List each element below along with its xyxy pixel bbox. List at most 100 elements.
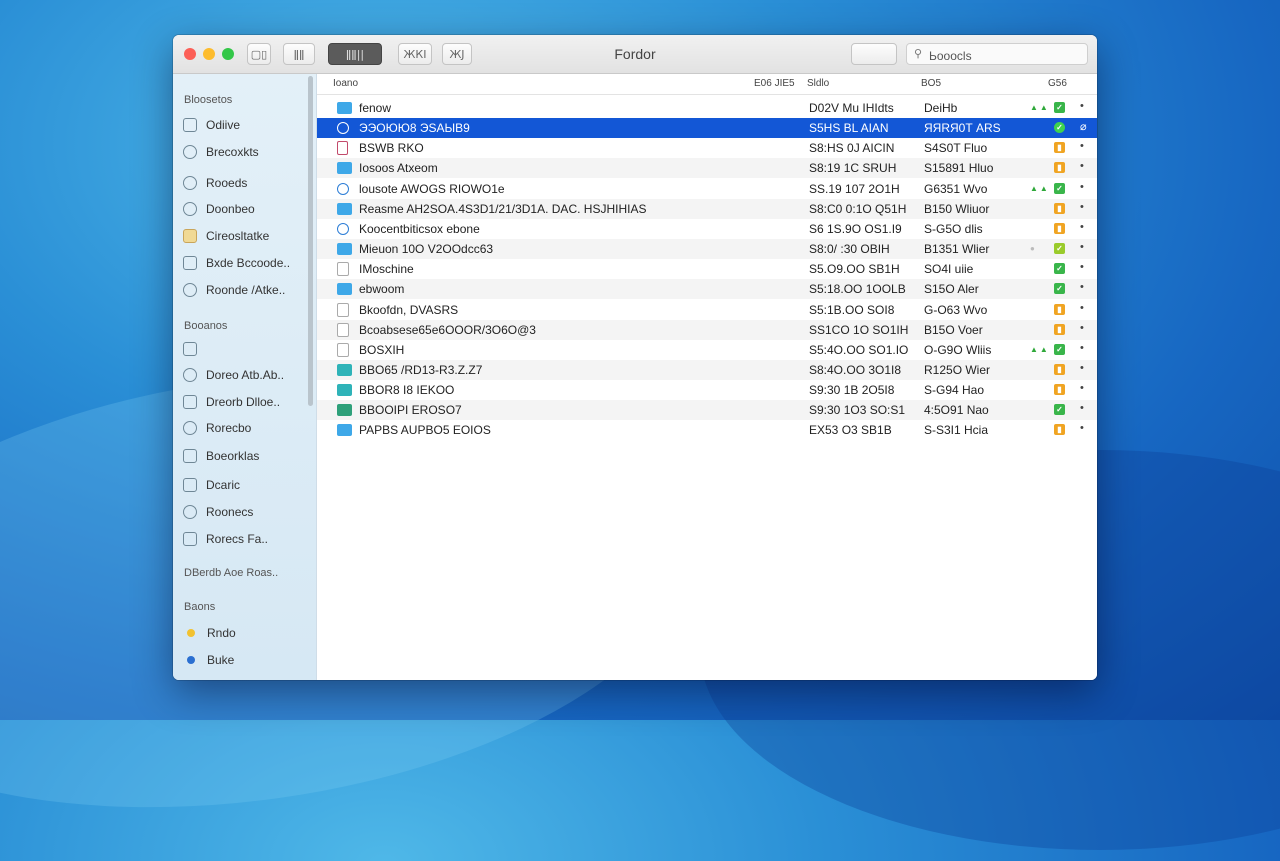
row-action-icon[interactable]: • [1080, 221, 1084, 233]
file-date: S5:4O.OO SO1.IO [809, 342, 909, 357]
sidebar-item[interactable]: Dcaric [183, 475, 301, 495]
row-action-icon[interactable]: • [1080, 181, 1084, 193]
icon-view-button[interactable]: ǁǁ [283, 43, 315, 65]
file-date: S5.O9.OO SB1H [809, 262, 900, 277]
file-row[interactable]: BSWB RKO S8:HS 0J AICIN S4S0T Fluo ▮ • [317, 138, 1097, 158]
sidebar-item[interactable]: Boeorklas [183, 446, 301, 466]
sidebar-heading: Baons [184, 601, 216, 613]
file-row[interactable]: BBO65 /RD13-R3.Z.Z7 S8:4O.OO 3O1I8 R125O W… [317, 359, 1097, 380]
sidebar-item[interactable]: Rooeds [183, 173, 301, 193]
zoom-button[interactable] [222, 48, 234, 60]
sidebar-item[interactable]: Bxde Bccoode.. [183, 253, 301, 273]
row-action-icon[interactable]: • [1080, 362, 1084, 374]
sidebar-item[interactable]: Odiive [183, 115, 301, 135]
file-row[interactable]: Mieuon 10O V2OOdcc63 S8:0/ :30 OBIH B1351 … [317, 239, 1097, 260]
file-row[interactable]: IMoschine S5.O9.OO SB1H SO4I uiie ✓ • [317, 259, 1097, 279]
sidebar-item[interactable]: Cireosltatke [183, 226, 301, 246]
row-action-icon[interactable]: • [1080, 302, 1084, 314]
sidebar-item[interactable]: Rorecs Fa.. [183, 529, 301, 549]
file-row[interactable]: Iosoos Atxeom S8:19 1C SRUH S15891 Hluo ▮ • [317, 158, 1097, 179]
file-size: S15891 Hluo [924, 161, 994, 176]
finder-window: ▢▯ ǁǁ ǁǁ|| ЖКI ЖJ Fordor ⚲ Bloosetos Odi… [173, 35, 1097, 680]
folder-icon [337, 102, 352, 114]
file-date: S9:30 1O3 SO:S1 [809, 403, 906, 418]
file-date: EX53 O3 SB1B [809, 423, 892, 438]
row-action-icon[interactable]: • [1080, 160, 1084, 172]
orange-status-badge-icon: ▮ [1054, 323, 1065, 335]
file-row[interactable]: BBOR8 I8 IEKOO S9:30 1B 2O5I8 S-G94 Hao ▮ • [317, 380, 1097, 400]
sidebar-scrollbar[interactable] [308, 76, 313, 406]
document-icon [183, 256, 197, 270]
sidebar-item[interactable]: Roonecs [183, 502, 301, 522]
file-row[interactable]: ЭЭОЮЮ8 ЭSAЫB9 S5HS BL AIAN ЯЯRЯ0Т ARS ✓ ⌀ [317, 118, 1097, 139]
row-action-icon[interactable]: • [1080, 100, 1084, 112]
row-action-icon[interactable]: • [1080, 422, 1084, 434]
file-date: S5HS BL AIAN [809, 121, 889, 136]
file-name: BBOOIPI EROSO7 [359, 403, 462, 418]
sidebar-item[interactable]: Doonbeo [183, 199, 301, 219]
file-row[interactable]: ebwoom S5:18.OO 1OOLB S15O Aler ✓ • [317, 279, 1097, 300]
user-icon [183, 505, 197, 519]
sidebar-tag-item[interactable]: Buke [183, 650, 301, 670]
file-name: ЭЭОЮЮ8 ЭSAЫB9 [359, 121, 470, 136]
row-action-icon[interactable]: ⌀ [1080, 120, 1087, 133]
row-action-icon[interactable]: • [1080, 261, 1084, 273]
column-extra[interactable]: E06 JIE5 [754, 78, 795, 89]
minimize-button[interactable] [203, 48, 215, 60]
folder-icon [337, 384, 352, 397]
user-icon [183, 176, 197, 190]
file-date: S5:1B.OO SOI8 [809, 302, 895, 317]
sidebar-tag-item[interactable]: Rndo [183, 623, 301, 643]
file-row[interactable]: lousote AWOGS RIOWO1e SS.19 107 2O1H G6351… [317, 179, 1097, 199]
sidebar-item[interactable]: Brecoxkts [183, 142, 301, 162]
file-size: DeiHb [924, 101, 958, 115]
disk-icon [183, 342, 197, 356]
green-status-badge-icon: ✓ [1054, 283, 1065, 295]
search-icon: ⚲ [914, 48, 923, 60]
file-row[interactable]: BOSXIH S5:4O.OO SO1.IO O-G9O Wliis ▲▲ ✓ • [317, 340, 1097, 360]
column-view-button[interactable]: ЖКI [398, 43, 432, 65]
sidebar-item[interactable] [183, 339, 301, 359]
orange-status-badge-icon: ▮ [1054, 384, 1065, 396]
column-size[interactable]: BO5 [921, 78, 941, 89]
sidebar-item[interactable]: Dreorb Dlloe.. [183, 392, 301, 412]
back-button[interactable]: ▢▯ [247, 43, 271, 65]
file-size: S-G94 Hao [924, 383, 985, 398]
ygreen-status-badge-icon: ✓ [1054, 243, 1065, 255]
drive-icon [183, 449, 197, 463]
row-action-icon[interactable]: • [1080, 342, 1084, 354]
action-button[interactable] [851, 43, 897, 65]
column-kind[interactable]: G56 [1048, 78, 1067, 89]
sync-status-icon: ● [1030, 244, 1037, 254]
row-action-icon[interactable]: • [1080, 201, 1084, 213]
file-size: O-G9O Wliis [924, 342, 992, 357]
close-button[interactable] [184, 48, 196, 60]
file-row[interactable]: Koocentbiticsox ebone S6 1S.9O OS1.I9 S-G5… [317, 219, 1097, 239]
row-action-icon[interactable]: • [1080, 402, 1084, 414]
list-view-button[interactable]: ǁǁ|| [328, 43, 382, 65]
column-date[interactable]: Sldlo [807, 78, 829, 89]
file-size: S-S3I1 Hcia [924, 423, 989, 438]
row-action-icon[interactable]: • [1080, 241, 1084, 253]
green-status-badge-icon: ✓ [1054, 182, 1065, 194]
row-action-icon[interactable]: • [1080, 382, 1084, 394]
row-action-icon[interactable]: • [1080, 322, 1084, 334]
sidebar-item[interactable]: Doreo Atb.Ab.. [183, 365, 301, 385]
file-row[interactable]: BBOOIPI EROSO7 S9:30 1O3 SO:S1 4:5O91 Nao ✓… [317, 400, 1097, 421]
row-action-icon[interactable]: • [1080, 281, 1084, 293]
sidebar-heading: Booanos [184, 320, 228, 332]
file-size: G6351 Wvo [924, 181, 988, 196]
gallery-view-button[interactable]: ЖJ [442, 43, 472, 65]
sidebar-heading[interactable]: DBerdb Aoe Roas.. [184, 567, 278, 579]
file-row[interactable]: Bcoabsese65e6OOOR/3O6O@3 SS1CO 1O SO1IH B1… [317, 319, 1097, 340]
search-input[interactable] [906, 43, 1088, 65]
sidebar-item[interactable]: Rorecbo [183, 418, 301, 438]
file-row[interactable]: fenow D02V Mu IHIdts DeiHb ▲▲ ✓ • [317, 98, 1097, 118]
file-date: D02V Mu IHIdts [809, 101, 894, 115]
sidebar-item[interactable]: Roonde /Atke.. [183, 280, 301, 300]
file-row[interactable]: Reasme AH2SOA.4S3D1/21/3D1A. DAC. HSJHIH… [317, 198, 1097, 219]
file-row[interactable]: PAPBS AUPBO5 EOIOS EX53 O3 SB1B S-S3I1 Hci… [317, 420, 1097, 440]
file-row[interactable]: Bkoofdn, DVASRS S5:1B.OO SOI8 G-O63 Wvo ▮ • [317, 300, 1097, 320]
column-name[interactable]: Ioano [333, 78, 358, 89]
row-action-icon[interactable]: • [1080, 140, 1084, 152]
